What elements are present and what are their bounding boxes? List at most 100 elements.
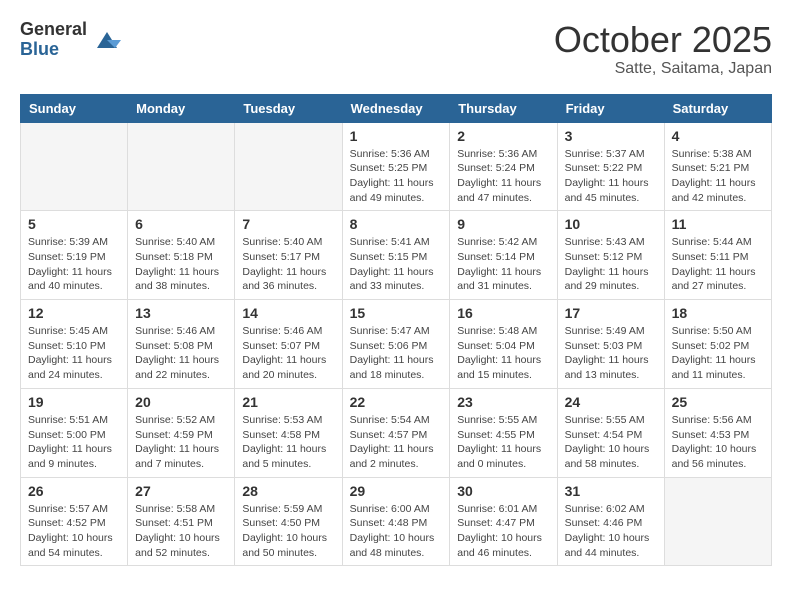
day-info: Sunrise: 5:47 AMSunset: 5:06 PMDaylight:…: [350, 324, 443, 383]
day-number: 2: [457, 128, 549, 144]
day-info: Sunrise: 5:41 AMSunset: 5:15 PMDaylight:…: [350, 235, 443, 294]
logo-icon: [93, 26, 121, 54]
day-number: 11: [672, 216, 764, 232]
calendar-week-4: 19Sunrise: 5:51 AMSunset: 5:00 PMDayligh…: [21, 388, 772, 477]
day-info: Sunrise: 5:57 AMSunset: 4:52 PMDaylight:…: [28, 502, 120, 561]
month-title: October 2025: [554, 20, 772, 60]
day-info: Sunrise: 5:48 AMSunset: 5:04 PMDaylight:…: [457, 324, 549, 383]
title-block: October 2025 Satte, Saitama, Japan: [554, 20, 772, 78]
calendar-cell: 14 Sunrise: 5:46 AMSunset: 5:07 PMDayligh…: [235, 300, 342, 389]
day-info: Sunrise: 5:40 AMSunset: 5:18 PMDaylight:…: [135, 235, 227, 294]
weekday-header-saturday: Saturday: [664, 94, 771, 122]
day-number: 20: [135, 394, 227, 410]
day-info: Sunrise: 5:40 AMSunset: 5:17 PMDaylight:…: [242, 235, 334, 294]
calendar-cell: [128, 122, 235, 211]
day-number: 10: [565, 216, 657, 232]
day-number: 21: [242, 394, 334, 410]
day-info: Sunrise: 5:58 AMSunset: 4:51 PMDaylight:…: [135, 502, 227, 561]
calendar-cell: 28 Sunrise: 5:59 AMSunset: 4:50 PMDayligh…: [235, 477, 342, 566]
calendar-cell: 9 Sunrise: 5:42 AMSunset: 5:14 PMDaylight…: [450, 211, 557, 300]
logo-general: General: [20, 20, 87, 40]
logo: General Blue: [20, 20, 121, 60]
calendar-cell: 13 Sunrise: 5:46 AMSunset: 5:08 PMDayligh…: [128, 300, 235, 389]
day-number: 15: [350, 305, 443, 321]
calendar-cell: 15 Sunrise: 5:47 AMSunset: 5:06 PMDayligh…: [342, 300, 450, 389]
day-info: Sunrise: 5:59 AMSunset: 4:50 PMDaylight:…: [242, 502, 334, 561]
weekday-header-monday: Monday: [128, 94, 235, 122]
calendar-cell: 19Sunrise: 5:51 AMSunset: 5:00 PMDayligh…: [21, 388, 128, 477]
day-info: Sunrise: 5:55 AMSunset: 4:55 PMDaylight:…: [457, 413, 549, 472]
day-number: 22: [350, 394, 443, 410]
day-number: 28: [242, 483, 334, 499]
calendar-cell: 6 Sunrise: 5:40 AMSunset: 5:18 PMDaylight…: [128, 211, 235, 300]
day-number: 13: [135, 305, 227, 321]
day-info: Sunrise: 5:52 AMSunset: 4:59 PMDaylight:…: [135, 413, 227, 472]
calendar-cell: 8Sunrise: 5:41 AMSunset: 5:15 PMDaylight…: [342, 211, 450, 300]
calendar-cell: [664, 477, 771, 566]
day-number: 18: [672, 305, 764, 321]
day-info: Sunrise: 6:02 AMSunset: 4:46 PMDaylight:…: [565, 502, 657, 561]
day-number: 14: [242, 305, 334, 321]
day-number: 6: [135, 216, 227, 232]
calendar-cell: [235, 122, 342, 211]
calendar-cell: 29Sunrise: 6:00 AMSunset: 4:48 PMDayligh…: [342, 477, 450, 566]
day-info: Sunrise: 5:42 AMSunset: 5:14 PMDaylight:…: [457, 235, 549, 294]
calendar-week-5: 26 Sunrise: 5:57 AMSunset: 4:52 PMDayligh…: [21, 477, 772, 566]
day-number: 23: [457, 394, 549, 410]
calendar-week-1: 1 Sunrise: 5:36 AMSunset: 5:25 PMDaylight…: [21, 122, 772, 211]
day-number: 9: [457, 216, 549, 232]
calendar-cell: 30Sunrise: 6:01 AMSunset: 4:47 PMDayligh…: [450, 477, 557, 566]
day-number: 4: [672, 128, 764, 144]
day-info: Sunrise: 5:49 AMSunset: 5:03 PMDaylight:…: [565, 324, 657, 383]
location-subtitle: Satte, Saitama, Japan: [554, 60, 772, 78]
calendar-cell: 26 Sunrise: 5:57 AMSunset: 4:52 PMDayligh…: [21, 477, 128, 566]
day-info: Sunrise: 5:54 AMSunset: 4:57 PMDaylight:…: [350, 413, 443, 472]
calendar-cell: 3Sunrise: 5:37 AMSunset: 5:22 PMDaylight…: [557, 122, 664, 211]
day-number: 3: [565, 128, 657, 144]
calendar-cell: 12 Sunrise: 5:45 AMSunset: 5:10 PMDayligh…: [21, 300, 128, 389]
day-number: 30: [457, 483, 549, 499]
day-info: Sunrise: 5:38 AMSunset: 5:21 PMDaylight:…: [672, 147, 764, 206]
calendar-cell: 17Sunrise: 5:49 AMSunset: 5:03 PMDayligh…: [557, 300, 664, 389]
calendar-cell: 24 Sunrise: 5:55 AMSunset: 4:54 PMDayligh…: [557, 388, 664, 477]
day-number: 7: [242, 216, 334, 232]
calendar-cell: 20 Sunrise: 5:52 AMSunset: 4:59 PMDayligh…: [128, 388, 235, 477]
day-info: Sunrise: 5:36 AMSunset: 5:25 PMDaylight:…: [350, 147, 443, 206]
day-number: 1: [350, 128, 443, 144]
day-info: Sunrise: 5:36 AMSunset: 5:24 PMDaylight:…: [457, 147, 549, 206]
weekday-header-wednesday: Wednesday: [342, 94, 450, 122]
calendar-cell: 16 Sunrise: 5:48 AMSunset: 5:04 PMDayligh…: [450, 300, 557, 389]
calendar-cell: 27Sunrise: 5:58 AMSunset: 4:51 PMDayligh…: [128, 477, 235, 566]
calendar-cell: 31 Sunrise: 6:02 AMSunset: 4:46 PMDayligh…: [557, 477, 664, 566]
calendar-cell: 1 Sunrise: 5:36 AMSunset: 5:25 PMDaylight…: [342, 122, 450, 211]
day-info: Sunrise: 5:46 AMSunset: 5:08 PMDaylight:…: [135, 324, 227, 383]
calendar-cell: 21Sunrise: 5:53 AMSunset: 4:58 PMDayligh…: [235, 388, 342, 477]
calendar-cell: 22 Sunrise: 5:54 AMSunset: 4:57 PMDayligh…: [342, 388, 450, 477]
weekday-header-row: SundayMondayTuesdayWednesdayThursdayFrid…: [21, 94, 772, 122]
calendar-week-2: 5 Sunrise: 5:39 AMSunset: 5:19 PMDaylight…: [21, 211, 772, 300]
calendar-cell: 2 Sunrise: 5:36 AMSunset: 5:24 PMDaylight…: [450, 122, 557, 211]
day-number: 5: [28, 216, 120, 232]
day-number: 24: [565, 394, 657, 410]
calendar-cell: 4 Sunrise: 5:38 AMSunset: 5:21 PMDaylight…: [664, 122, 771, 211]
weekday-header-sunday: Sunday: [21, 94, 128, 122]
day-number: 31: [565, 483, 657, 499]
day-number: 16: [457, 305, 549, 321]
logo-blue: Blue: [20, 40, 87, 60]
day-info: Sunrise: 5:55 AMSunset: 4:54 PMDaylight:…: [565, 413, 657, 472]
day-number: 26: [28, 483, 120, 499]
weekday-header-friday: Friday: [557, 94, 664, 122]
calendar-week-3: 12 Sunrise: 5:45 AMSunset: 5:10 PMDayligh…: [21, 300, 772, 389]
day-number: 12: [28, 305, 120, 321]
day-info: Sunrise: 5:45 AMSunset: 5:10 PMDaylight:…: [28, 324, 120, 383]
day-info: Sunrise: 5:50 AMSunset: 5:02 PMDaylight:…: [672, 324, 764, 383]
calendar-cell: 5 Sunrise: 5:39 AMSunset: 5:19 PMDaylight…: [21, 211, 128, 300]
day-info: Sunrise: 5:46 AMSunset: 5:07 PMDaylight:…: [242, 324, 334, 383]
day-info: Sunrise: 5:39 AMSunset: 5:19 PMDaylight:…: [28, 235, 120, 294]
day-info: Sunrise: 5:56 AMSunset: 4:53 PMDaylight:…: [672, 413, 764, 472]
calendar-cell: [21, 122, 128, 211]
day-info: Sunrise: 5:51 AMSunset: 5:00 PMDaylight:…: [28, 413, 120, 472]
day-info: Sunrise: 5:43 AMSunset: 5:12 PMDaylight:…: [565, 235, 657, 294]
calendar-cell: 7 Sunrise: 5:40 AMSunset: 5:17 PMDaylight…: [235, 211, 342, 300]
calendar-cell: 11Sunrise: 5:44 AMSunset: 5:11 PMDayligh…: [664, 211, 771, 300]
